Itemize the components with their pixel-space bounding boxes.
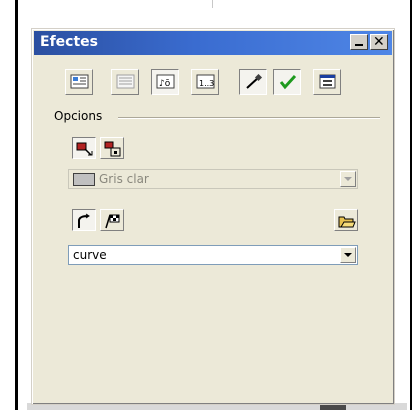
effect-enter-button[interactable] (72, 137, 96, 159)
window-title: Efectes (40, 34, 98, 50)
text-panel-icon (116, 74, 135, 89)
paragraph-panel-icon (70, 74, 89, 89)
custom-path-button[interactable] (100, 209, 124, 231)
color-select-value: Gris clar (99, 172, 149, 186)
background-left-edge (15, 0, 18, 410)
color-swatch (73, 173, 95, 186)
curve-path-icon (78, 213, 90, 228)
effect-exit-icon (104, 141, 121, 157)
close-icon: ✕ (373, 34, 385, 50)
title-bar[interactable]: Efectes ✕ (34, 31, 392, 55)
window-panel-icon (319, 74, 336, 89)
numbering-icon: 1..3 (196, 74, 215, 89)
chevron-down-icon[interactable] (340, 247, 356, 263)
text-panel-button[interactable] (111, 69, 139, 95)
custom-path-icon (105, 214, 120, 229)
pen-icon (246, 74, 263, 89)
svg-text:♪ō: ♪ō (159, 79, 171, 89)
checkmark-icon (279, 74, 297, 90)
window-panel-button[interactable] (313, 69, 341, 95)
background-tick (212, 0, 213, 8)
close-button[interactable]: ✕ (370, 34, 388, 50)
options-group-label: Opcions (54, 109, 107, 123)
curve-path-button[interactable] (72, 209, 96, 231)
options-divider (118, 117, 380, 119)
color-select[interactable]: Gris clar (68, 169, 358, 189)
sound-effects-icon: ♪ō (156, 74, 175, 89)
chevron-down-icon[interactable] (340, 171, 356, 187)
checkmark-button[interactable] (273, 69, 301, 95)
paragraph-panel-button[interactable] (65, 69, 93, 95)
effects-window: Efectes ✕ ♪ō 1..3 Opcions Gris clar curv… (31, 28, 395, 405)
open-folder-button[interactable] (334, 209, 358, 231)
minimize-button[interactable] (350, 34, 368, 50)
path-select[interactable]: curve (68, 245, 358, 265)
sound-effects-button[interactable]: ♪ō (151, 69, 179, 95)
minimize-icon (355, 44, 363, 46)
path-select-value: curve (73, 248, 107, 262)
open-folder-icon (338, 216, 356, 228)
effect-enter-icon (76, 142, 93, 156)
svg-text:1..3: 1..3 (199, 79, 214, 88)
effect-exit-button[interactable] (100, 137, 124, 159)
numbering-button[interactable]: 1..3 (191, 69, 219, 95)
background-right-edge (410, 0, 412, 410)
pen-button[interactable] (239, 69, 267, 95)
